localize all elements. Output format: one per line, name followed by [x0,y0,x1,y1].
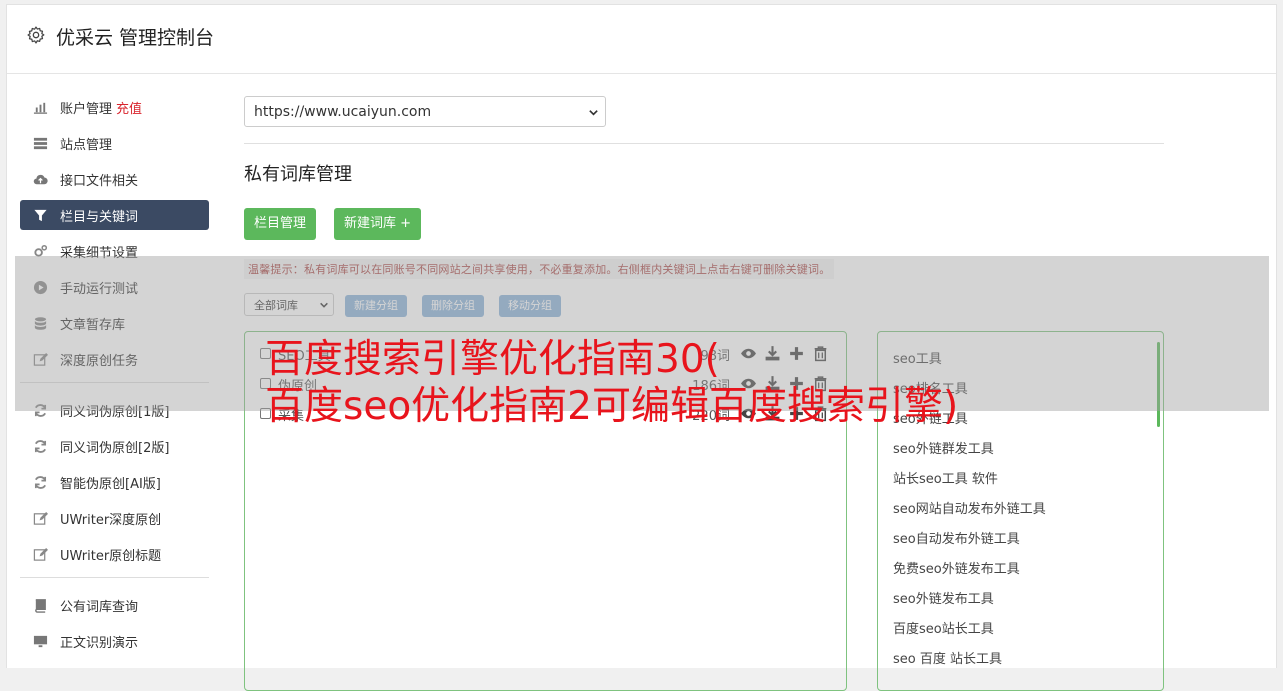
sidebar-item-label: 智能伪原创[AI版] [60,476,161,492]
header: 优采云 管理控制台 [7,5,1276,74]
columns-manage-button[interactable]: 栏目管理 [244,208,317,240]
recharge-link[interactable]: 充值 [116,98,142,117]
sidebar-item-label: 同义词伪原创[2版] [60,440,170,456]
new-lexicon-button[interactable]: 新建词库 + [334,208,422,240]
cloud-upload-icon [32,171,48,187]
sidebar-item-label: 账户管理 [60,101,113,117]
sidebar-item-ai-rewrite[interactable]: 智能伪原创[AI版] [20,467,209,497]
sidebar-item-label: 接口文件相关 [60,173,139,189]
sidebar-item-label: UWriter深度原创 [60,512,162,528]
sidebar-item-uwriter-title[interactable]: UWriter原创标题 [20,539,209,569]
list-item[interactable]: seo外链群发工具 [893,438,994,457]
sidebar-item-label: 栏目与关键词 [60,209,139,225]
overlay-title: 百度搜索引擎优化指南30( 百度seo优化指南2可编辑百度搜索引擎) [265,336,958,430]
sidebar-item-label: 正文识别演示 [60,635,139,651]
edit-icon [32,510,48,526]
refresh-icon [32,438,48,454]
list-item[interactable]: 百度seo站长工具 [893,618,994,637]
edit-icon [32,546,48,562]
sidebar-divider [20,577,209,578]
divider [244,143,1164,144]
sidebar-item-public-lexicon[interactable]: 公有词库查询 [20,590,209,620]
list-item[interactable]: seo网站自动发布外链工具 [893,498,1046,517]
site-select-value: https://www.ucaiyun.com [254,104,432,120]
book-icon [32,597,48,613]
page-title: 私有词库管理 [244,164,352,185]
sidebar-item-label: UWriter原创标题 [60,548,162,564]
sidebar-item-text-recognition[interactable]: 正文识别演示 [20,626,209,656]
chevron-down-icon [589,110,598,116]
list-item[interactable]: 免费seo外链发布工具 [893,558,1020,577]
sidebar-item-label: 公有词库查询 [60,599,139,615]
list-item[interactable]: seo 百度 站长工具 [893,648,1002,667]
bar-chart-icon [32,99,48,115]
sidebar-item-columns-keywords[interactable]: 栏目与关键词 [20,200,209,230]
gear-icon [27,26,45,44]
overlay-line-1: 百度搜索引擎优化指南30( [265,337,720,382]
sidebar-item-uwriter-deep[interactable]: UWriter深度原创 [20,503,209,533]
refresh-icon [32,474,48,490]
sidebar-item-synonym-v2[interactable]: 同义词伪原创[2版] [20,431,209,461]
sidebar-item-sites[interactable]: 站点管理 [20,128,209,158]
filter-icon [32,207,48,223]
sidebar-item-label: 站点管理 [60,137,113,153]
list-item[interactable]: seo自动发布外链工具 [893,528,1020,547]
app-title: 优采云 管理控制台 [56,27,215,49]
overlay-line-2: 百度seo优化指南2可编辑百度搜索引擎) [265,384,959,429]
sidebar-item-account[interactable]: 账户管理 充值 [20,92,209,122]
list-item[interactable]: seo外链发布工具 [893,588,994,607]
monitor-icon [32,633,48,649]
sidebar-item-interface-files[interactable]: 接口文件相关 [20,164,209,194]
site-select[interactable]: https://www.ucaiyun.com [244,96,606,127]
server-icon [32,135,48,151]
list-item[interactable]: 站长seo工具 软件 [893,468,998,487]
